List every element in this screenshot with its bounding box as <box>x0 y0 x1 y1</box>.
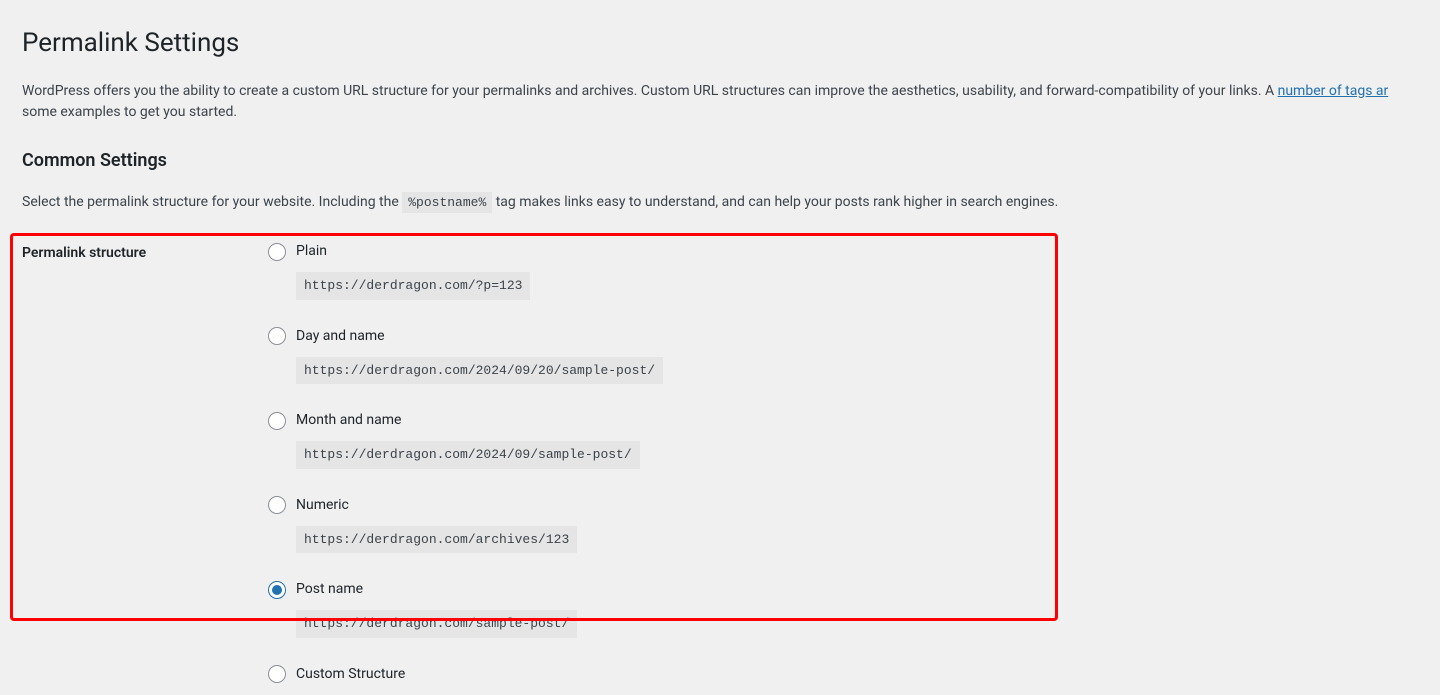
radio-numeric[interactable] <box>268 496 286 514</box>
example-post-name: https://derdragon.com/sample-post/ <box>296 610 577 638</box>
option-custom: Custom Structure <box>268 664 1420 685</box>
permalink-form: Permalink structure Plain https://derdra… <box>22 241 1420 695</box>
option-month-name: Month and name https://derdragon.com/202… <box>268 410 1420 469</box>
structure-label: Permalink structure <box>22 245 146 261</box>
example-month-name: https://derdragon.com/2024/09/sample-pos… <box>296 441 640 469</box>
structure-label-col: Permalink structure <box>22 241 268 695</box>
option-day-name: Day and name https://derdragon.com/2024/… <box>268 326 1420 385</box>
label-post-name[interactable]: Post name <box>296 579 363 600</box>
label-plain[interactable]: Plain <box>296 241 327 262</box>
common-settings-description: Select the permalink structure for your … <box>22 192 1420 213</box>
label-month-name[interactable]: Month and name <box>296 410 401 431</box>
settings-wrap: Permalink Settings WordPress offers you … <box>0 0 1440 695</box>
option-numeric: Numeric https://derdragon.com/archives/1… <box>268 495 1420 554</box>
example-plain: https://derdragon.com/?p=123 <box>296 272 530 300</box>
page-description: WordPress offers you the ability to crea… <box>22 81 1420 123</box>
tags-link[interactable]: number of tags ar <box>1278 83 1389 99</box>
radio-post-name[interactable] <box>268 581 286 599</box>
structure-options: Plain https://derdragon.com/?p=123 Day a… <box>268 241 1420 695</box>
page-title: Permalink Settings <box>22 24 1420 63</box>
example-numeric: https://derdragon.com/archives/123 <box>296 526 577 554</box>
radio-plain[interactable] <box>268 243 286 261</box>
radio-month-name[interactable] <box>268 412 286 430</box>
option-plain: Plain https://derdragon.com/?p=123 <box>268 241 1420 300</box>
label-custom[interactable]: Custom Structure <box>296 664 405 685</box>
common-settings-heading: Common Settings <box>22 147 1420 174</box>
label-day-name[interactable]: Day and name <box>296 326 385 347</box>
option-post-name: Post name https://derdragon.com/sample-p… <box>268 579 1420 638</box>
radio-custom[interactable] <box>268 665 286 683</box>
radio-day-name[interactable] <box>268 327 286 345</box>
label-numeric[interactable]: Numeric <box>296 495 349 516</box>
example-day-name: https://derdragon.com/2024/09/20/sample-… <box>296 357 663 385</box>
postname-tag: %postname% <box>402 192 492 213</box>
